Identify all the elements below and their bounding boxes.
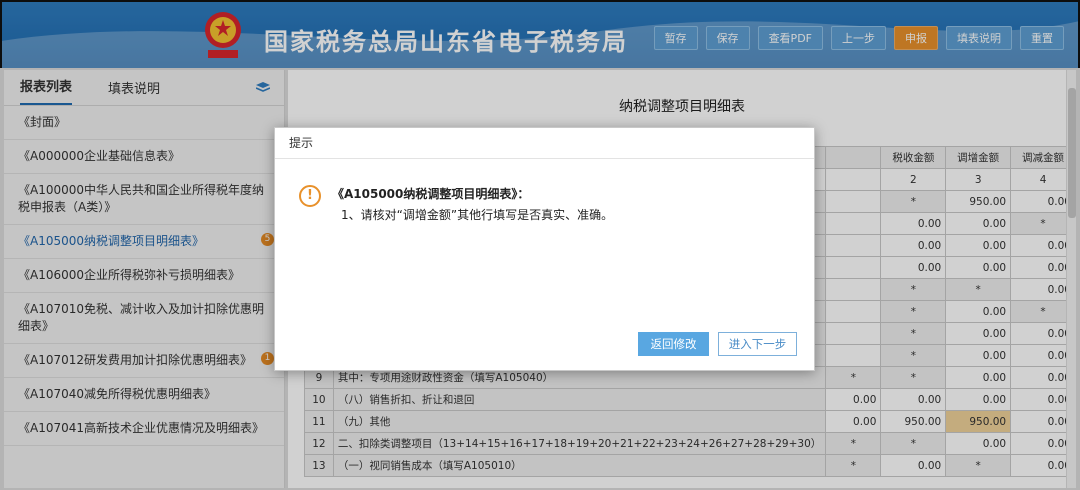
warning-icon: ! [299,185,321,207]
dialog-title: 提示 [275,128,814,159]
next-step-button[interactable]: 进入下一步 [718,332,797,356]
dialog-message-line: 1、请核对“调增金额”其他行填写是否真实、准确。 [341,208,614,222]
return-to-edit-button[interactable]: 返回修改 [638,332,709,356]
dialog-message-title: 《A105000纳税调整项目明细表》： [332,187,530,201]
prompt-dialog: 提示 ! 《A105000纳税调整项目明细表》： 1、请核对“调增金额”其他行填… [274,127,815,371]
